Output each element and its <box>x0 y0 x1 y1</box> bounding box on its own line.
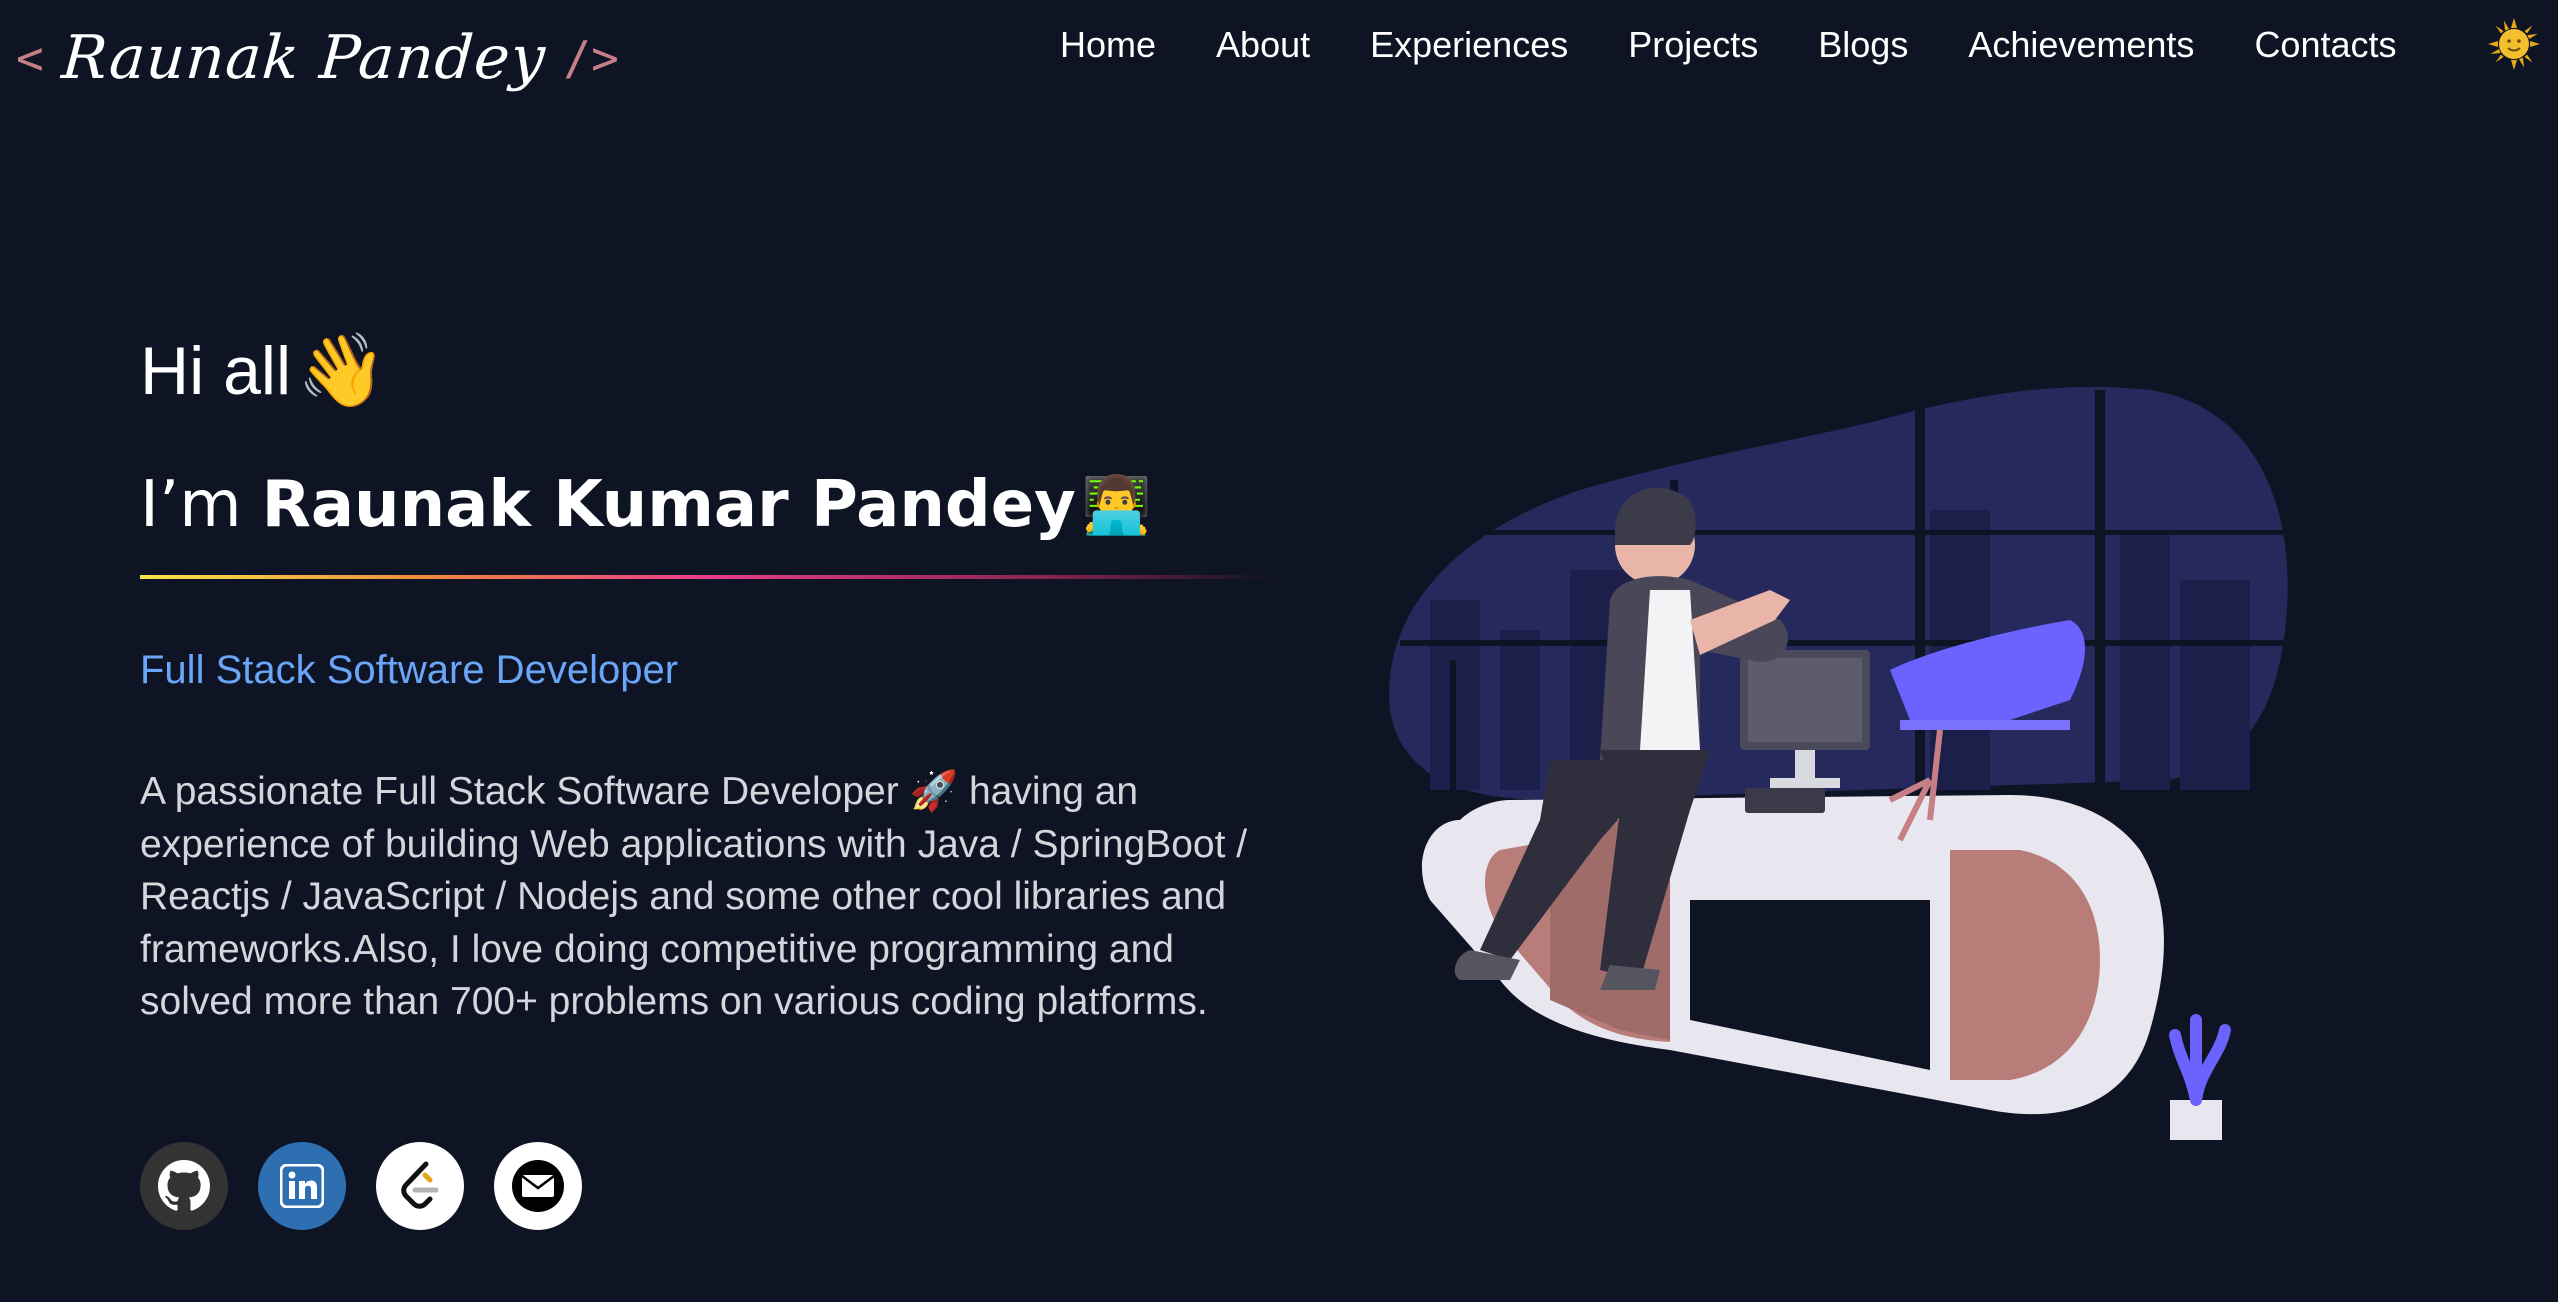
github-icon <box>158 1160 210 1211</box>
nav-projects[interactable]: Projects <box>1628 24 1758 66</box>
nav-home[interactable]: Home <box>1060 24 1156 66</box>
site-logo[interactable]: < Raunak Pandey /> <box>16 8 619 108</box>
linkedin-button[interactable] <box>258 1142 346 1230</box>
leetcode-icon <box>401 1161 439 1209</box>
nav-contacts[interactable]: Contacts <box>2254 24 2396 66</box>
gradient-divider <box>140 575 1270 579</box>
role-title: Full Stack Software Developer <box>140 648 679 692</box>
hero-description: A passionate Full Stack Software Develop… <box>140 770 1248 1023</box>
nav-about[interactable]: About <box>1216 24 1310 66</box>
hero-greeting: Hi all 👋 <box>140 328 387 413</box>
wave-emoji: 👋 <box>297 331 387 411</box>
mail-icon <box>512 1160 564 1212</box>
nav-blogs[interactable]: Blogs <box>1818 24 1908 66</box>
portfolio-page: < Raunak Pandey /> Home About Experience… <box>0 0 2558 1302</box>
intro-name: Raunak Kumar Pandey <box>261 468 1076 542</box>
developer-emoji: 👨‍💻 <box>1081 473 1152 538</box>
nav-experiences[interactable]: Experiences <box>1370 24 1568 66</box>
mail-button[interactable] <box>494 1142 582 1230</box>
theme-toggle-button[interactable] <box>2488 18 2540 70</box>
logo-name: Raunak Pandey <box>59 23 548 93</box>
main-nav: Home About Experiences Projects Blogs Ac… <box>1060 20 2397 70</box>
greeting-text: Hi all <box>140 332 292 409</box>
logo-close-bracket: /> <box>563 31 619 85</box>
linkedin-icon <box>280 1164 324 1208</box>
intro-prefix: I’m <box>140 468 242 542</box>
developer-desk-illustration <box>1389 386 2290 1140</box>
logo-open-bracket: < <box>16 31 44 85</box>
github-button[interactable] <box>140 1142 228 1230</box>
hero-intro: I’m Raunak Kumar Pandey 👨‍💻 <box>140 468 1152 542</box>
sun-icon <box>2488 18 2540 70</box>
nav-achievements[interactable]: Achievements <box>1968 24 2194 66</box>
social-links <box>140 1142 582 1230</box>
leetcode-button[interactable] <box>376 1142 464 1230</box>
